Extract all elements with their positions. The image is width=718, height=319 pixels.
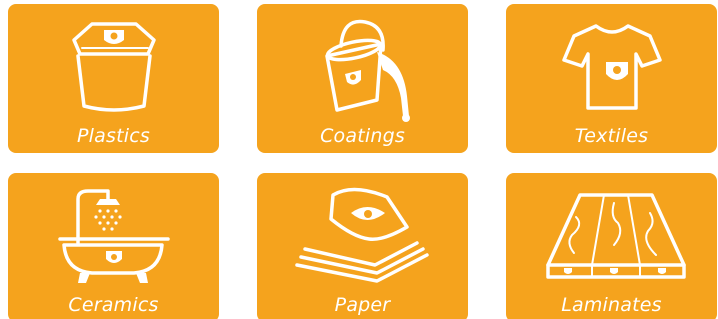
tile-label: Textiles [574,125,649,147]
t-shirt-icon [562,24,662,110]
tile-label: Paper [334,294,391,316]
application-grid: Plastics Coatings Textiles Ceramics Pape… [0,0,718,319]
paint-bucket-icon [325,19,410,122]
tile-label: Plastics [77,125,150,147]
tile-laminates[interactable]: Laminates [506,173,717,319]
tile-coatings[interactable]: Coatings [257,4,468,153]
plastic-container-icon [72,22,156,112]
tile-plastics[interactable]: Plastics [8,4,219,153]
paper-stack-icon [295,187,429,283]
tile-label: Laminates [561,294,662,316]
bathtub-icon [58,189,170,283]
tile-textiles[interactable]: Textiles [506,4,717,153]
tile-paper[interactable]: Paper [257,173,468,319]
tile-ceramics[interactable]: Ceramics [8,173,219,319]
tile-label: Coatings [320,125,405,147]
wood-planks-icon [546,193,686,279]
tile-label: Ceramics [68,294,159,316]
